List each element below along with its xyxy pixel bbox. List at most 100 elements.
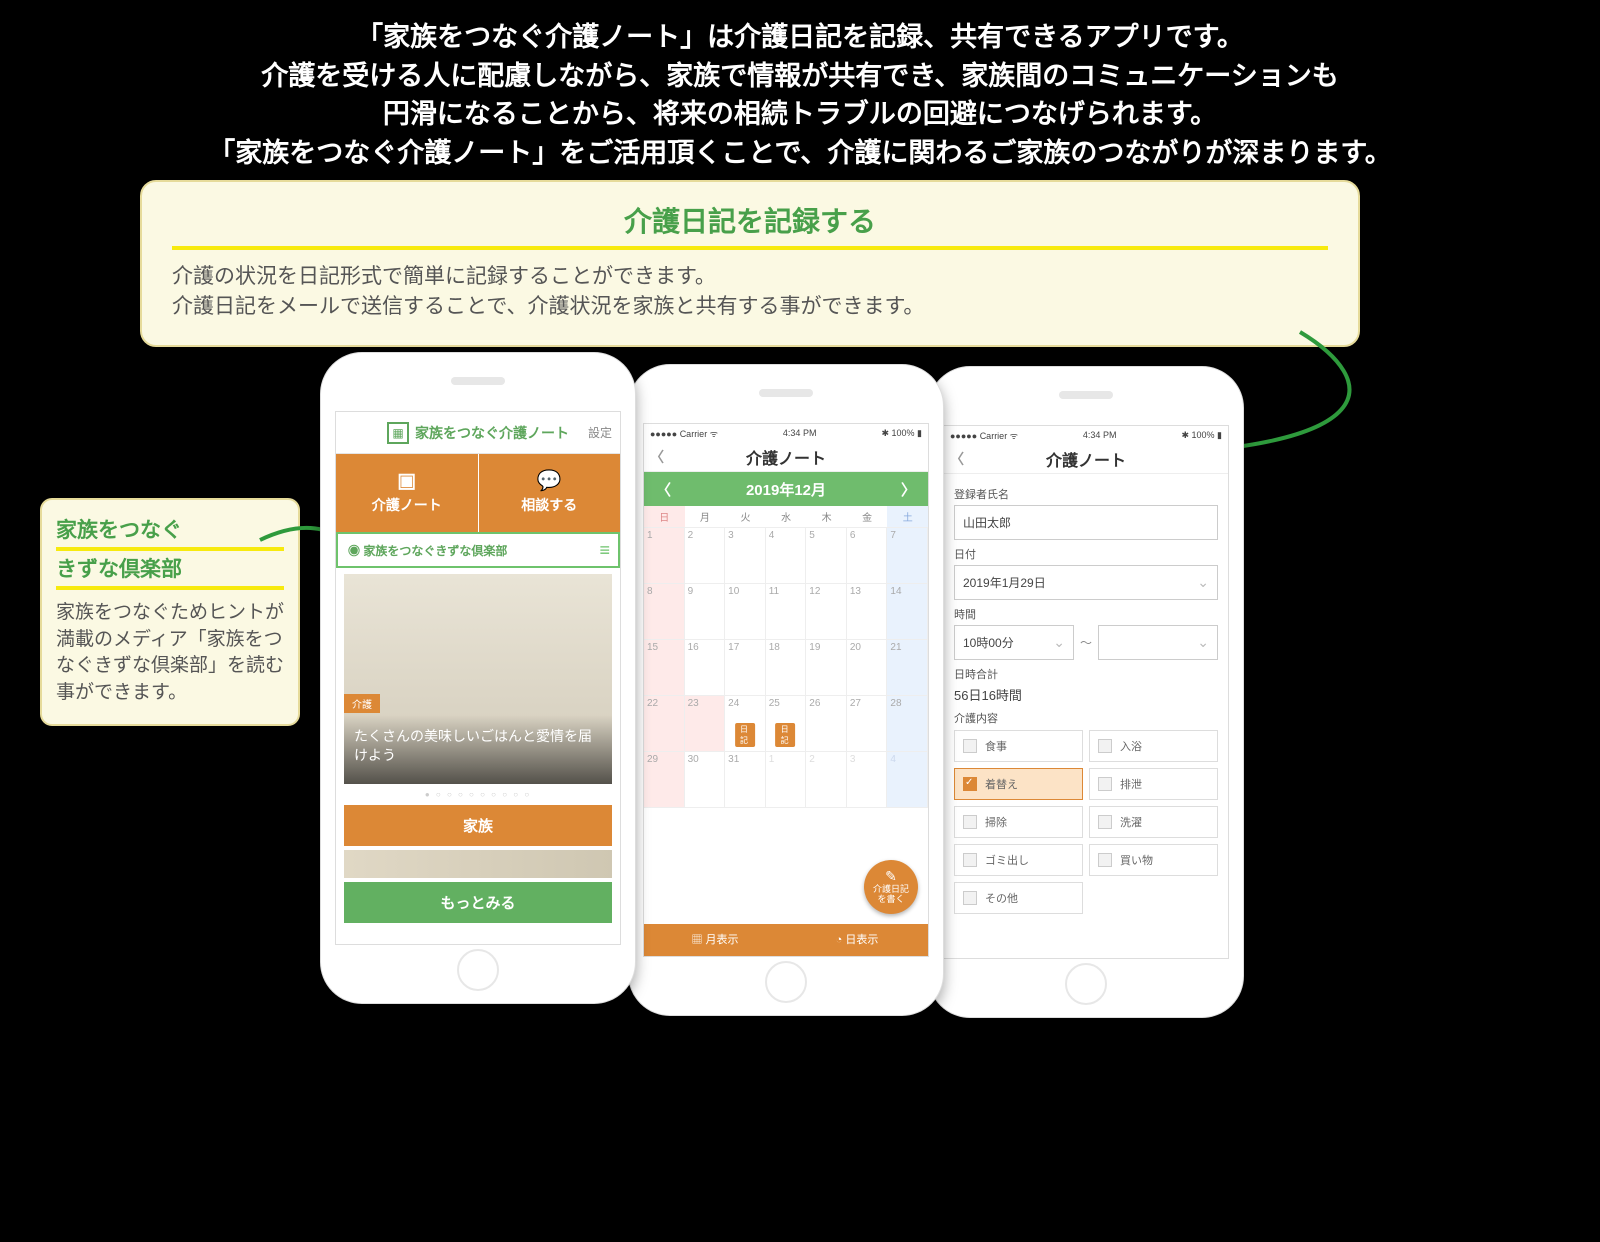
cal-cell[interactable]: 3	[725, 528, 766, 584]
cal-cell[interactable]: 27	[847, 696, 888, 752]
date-select[interactable]: 2019年1月29日⌄	[954, 565, 1218, 600]
tab-consult[interactable]: 💬相談する	[479, 454, 621, 532]
phone-speaker	[759, 389, 813, 397]
opt-other[interactable]: その他	[954, 882, 1083, 914]
cal-cell[interactable]: 23	[685, 696, 726, 752]
checkbox-icon	[963, 891, 977, 905]
cal-cell[interactable]: 20	[847, 640, 888, 696]
cal-cell[interactable]: 17	[725, 640, 766, 696]
time-from-select[interactable]: 10時00分⌄	[954, 625, 1074, 660]
phone-speaker	[1059, 391, 1113, 399]
opt-toilet[interactable]: 排泄	[1089, 768, 1218, 800]
cal-cell[interactable]: 1	[766, 752, 807, 808]
cal-cell[interactable]: 29	[644, 752, 685, 808]
next-month-button[interactable]: 〉	[901, 479, 916, 500]
opt-laundry[interactable]: 洗濯	[1089, 806, 1218, 838]
app-header: ▦ 家族をつなぐ介護ノート 設定	[336, 412, 620, 454]
cal-cell[interactable]: 4	[887, 752, 928, 808]
label-total: 日時合計	[954, 666, 1218, 682]
label-date: 日付	[954, 546, 1218, 562]
day-view-tab[interactable]: ◔ 日表示	[786, 924, 928, 956]
cal-cell[interactable]: 22	[644, 696, 685, 752]
cal-cell[interactable]: 15	[644, 640, 685, 696]
more-button[interactable]: もっとみる	[344, 882, 612, 923]
cal-cell[interactable]: 18	[766, 640, 807, 696]
phone-calendar: ●●●●● Carrier ᯤ 4:34 PM ✱ 100% ▮ 〈 介護ノート…	[628, 364, 944, 1016]
cal-cell[interactable]: 25日記	[766, 696, 807, 752]
write-diary-fab[interactable]: ✎介護日記 を書く	[864, 860, 918, 914]
time-to-select[interactable]: ⌄	[1098, 625, 1218, 660]
cal-cell[interactable]: 4	[766, 528, 807, 584]
total-value: 56日16時間	[954, 685, 1218, 704]
cal-cell[interactable]: 10	[725, 584, 766, 640]
main-tabs: ▣介護ノート 💬相談する	[336, 454, 620, 532]
screen-title: 介護ノート	[1046, 447, 1126, 471]
opt-meal[interactable]: 食事	[954, 730, 1083, 762]
month-view-tab[interactable]: ▦ 月表示	[644, 924, 786, 956]
cal-cell[interactable]: 13	[847, 584, 888, 640]
back-button[interactable]: 〈	[950, 449, 964, 469]
opt-trash[interactable]: ゴミ出し	[954, 844, 1083, 876]
prev-month-button[interactable]: 〈	[656, 479, 671, 500]
cal-cell[interactable]: 6	[847, 528, 888, 584]
menu-icon[interactable]: ≡	[599, 540, 610, 561]
kizuna-bar[interactable]: ◉ 家族をつなぐきずな倶楽部 ≡	[336, 532, 620, 568]
cal-cell[interactable]: 3	[847, 752, 888, 808]
cal-cell[interactable]: 26	[806, 696, 847, 752]
cal-cell[interactable]: 31	[725, 752, 766, 808]
cal-cell[interactable]: 2	[685, 528, 726, 584]
cal-cell[interactable]: 21	[887, 640, 928, 696]
cal-cell[interactable]: 9	[685, 584, 726, 640]
dow-fri: 金	[847, 506, 888, 527]
carrier-label: ●●●●● Carrier ᯤ	[950, 429, 1018, 442]
name-input[interactable]: 山田太郎	[954, 505, 1218, 540]
article-thumbnail[interactable]	[344, 850, 612, 878]
pencil-icon: ✎	[885, 869, 897, 884]
label-content: 介護内容	[954, 710, 1218, 726]
cal-cell[interactable]: 2	[806, 752, 847, 808]
cal-cell[interactable]: 16	[685, 640, 726, 696]
cal-cell[interactable]: 19	[806, 640, 847, 696]
cal-cell[interactable]: 12	[806, 584, 847, 640]
phone-home: ▦ 家族をつなぐ介護ノート 設定 ▣介護ノート 💬相談する ◉ 家族をつなぐきず…	[320, 352, 636, 1004]
opt-shop[interactable]: 買い物	[1089, 844, 1218, 876]
cal-cell[interactable]: 30	[685, 752, 726, 808]
cal-cell[interactable]: 24日記	[725, 696, 766, 752]
tab-carenote[interactable]: ▣介護ノート	[336, 454, 479, 532]
cal-cell[interactable]: 14	[887, 584, 928, 640]
checkbox-icon	[1098, 777, 1112, 791]
checkbox-icon	[1098, 853, 1112, 867]
tab-consult-label: 相談する	[521, 495, 577, 515]
settings-button[interactable]: 設定	[588, 424, 612, 441]
status-bar: ●●●●● Carrier ᯤ 4:34 PM ✱ 100% ▮	[644, 424, 928, 442]
article-card[interactable]: 介護 たくさんの美味しいごはんと愛情を届けよう	[344, 574, 612, 784]
cal-cell[interactable]: 5	[806, 528, 847, 584]
battery-label: ✱ 100% ▮	[881, 428, 922, 439]
chevron-down-icon: ⌄	[1197, 634, 1209, 651]
checkbox-icon	[1098, 739, 1112, 753]
intro-paragraph: 「家族をつなぐ介護ノート」は介護日記を記録、共有できるアプリです。 介護を受ける…	[50, 18, 1550, 172]
carousel-dots: ● ○ ○ ○ ○ ○ ○ ○ ○ ○	[336, 790, 620, 799]
dow-mon: 月	[685, 506, 726, 527]
back-button[interactable]: 〈	[650, 447, 664, 467]
opt-dress[interactable]: 着替え	[954, 768, 1083, 800]
time-separator: 〜	[1080, 634, 1092, 651]
cal-cell[interactable]: 7	[887, 528, 928, 584]
calendar-footer: ▦ 月表示 ◔ 日表示	[644, 924, 928, 956]
screen-title-bar: 〈 介護ノート	[944, 444, 1228, 474]
care-options: 食事 入浴 着替え 排泄 掃除 洗濯 ゴミ出し 買い物 その他	[954, 730, 1218, 914]
side-callout-body: 家族をつなぐためヒントが満載のメディア「家族をつなぐきずな倶楽部」を読む事ができ…	[56, 600, 284, 706]
phone-form: ●●●●● Carrier ᯤ 4:34 PM ✱ 100% ▮ 〈 介護ノート…	[928, 366, 1244, 1018]
phone-home-button	[765, 961, 807, 1003]
family-button[interactable]: 家族	[344, 805, 612, 846]
cal-cell[interactable]: 28	[887, 696, 928, 752]
month-label: 2019年12月	[746, 479, 826, 500]
opt-bath[interactable]: 入浴	[1089, 730, 1218, 762]
side-callout: 家族をつなぐ きずな倶楽部 家族をつなぐためヒントが満載のメディア「家族をつなぐ…	[40, 498, 300, 726]
fab-label: 介護日記 を書く	[873, 885, 909, 905]
cal-cell[interactable]: 8	[644, 584, 685, 640]
cal-cell[interactable]: 11	[766, 584, 807, 640]
checkbox-icon	[1098, 815, 1112, 829]
cal-cell[interactable]: 1	[644, 528, 685, 584]
opt-clean[interactable]: 掃除	[954, 806, 1083, 838]
